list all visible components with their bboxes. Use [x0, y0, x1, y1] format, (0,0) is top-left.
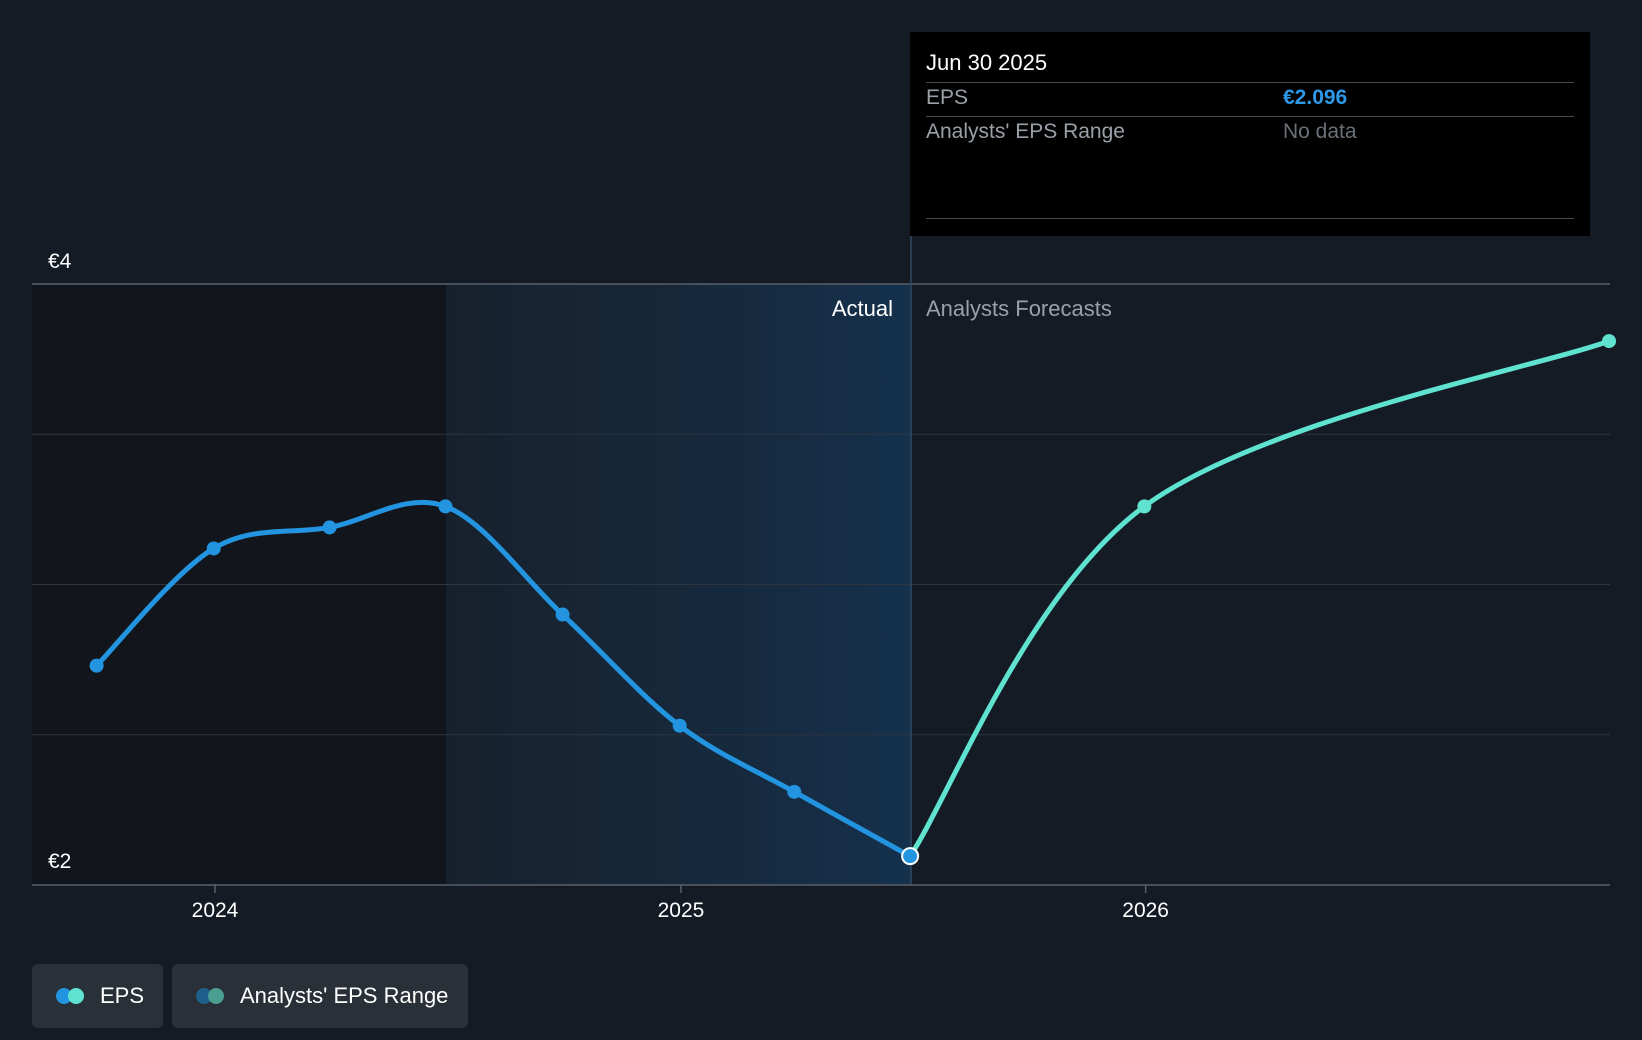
actual-eps-point[interactable] [555, 607, 570, 622]
y-tick-label: €2 [48, 850, 71, 873]
forecast-eps-point[interactable] [1602, 334, 1617, 349]
eps-legend-icon [56, 987, 88, 1005]
forecast-eps-line [907, 338, 1612, 859]
x-axis-ticks: 2024 2025 2026 [192, 885, 1169, 922]
actual-eps-point[interactable] [89, 658, 104, 673]
tooltip-eps-value: €2.096 [1283, 86, 1348, 109]
actual-eps-point[interactable] [787, 784, 802, 799]
forecast-label: Analysts Forecasts [926, 296, 1112, 321]
tooltip-divider [926, 82, 1574, 83]
actual-label: Actual [832, 296, 893, 321]
forecast-eps-point[interactable] [1137, 499, 1152, 514]
legend-label: Analysts' EPS Range [240, 983, 449, 1008]
tooltip-range-value: No data [1283, 120, 1357, 143]
x-tick-label: 2024 [192, 899, 239, 922]
tooltip-date: Jun 30 2025 [926, 50, 1048, 75]
x-tick-label: 2025 [658, 899, 705, 922]
tooltip-range-label: Analysts' EPS Range [926, 120, 1125, 143]
actual-eps-point[interactable] [672, 718, 687, 733]
actual-eps-point[interactable] [206, 541, 221, 556]
tooltip-divider [926, 218, 1574, 219]
highlighted-eps-point[interactable] [901, 847, 920, 866]
legend-item-eps[interactable]: EPS [32, 964, 163, 1028]
y-tick-label: €4 [48, 250, 72, 273]
eps-range-legend-icon [196, 987, 228, 1005]
tooltip-eps-label: EPS [926, 86, 969, 109]
x-tick-label: 2026 [1122, 899, 1169, 922]
tooltip-divider [926, 116, 1574, 117]
legend-label: EPS [100, 983, 145, 1008]
actual-eps-point[interactable] [438, 499, 453, 514]
tooltip: Jun 30 2025 EPS €2.096 Analysts' EPS Ran… [910, 32, 1590, 236]
legend-item-eps-range[interactable]: Analysts' EPS Range [172, 964, 468, 1028]
actual-eps-point[interactable] [322, 520, 337, 535]
